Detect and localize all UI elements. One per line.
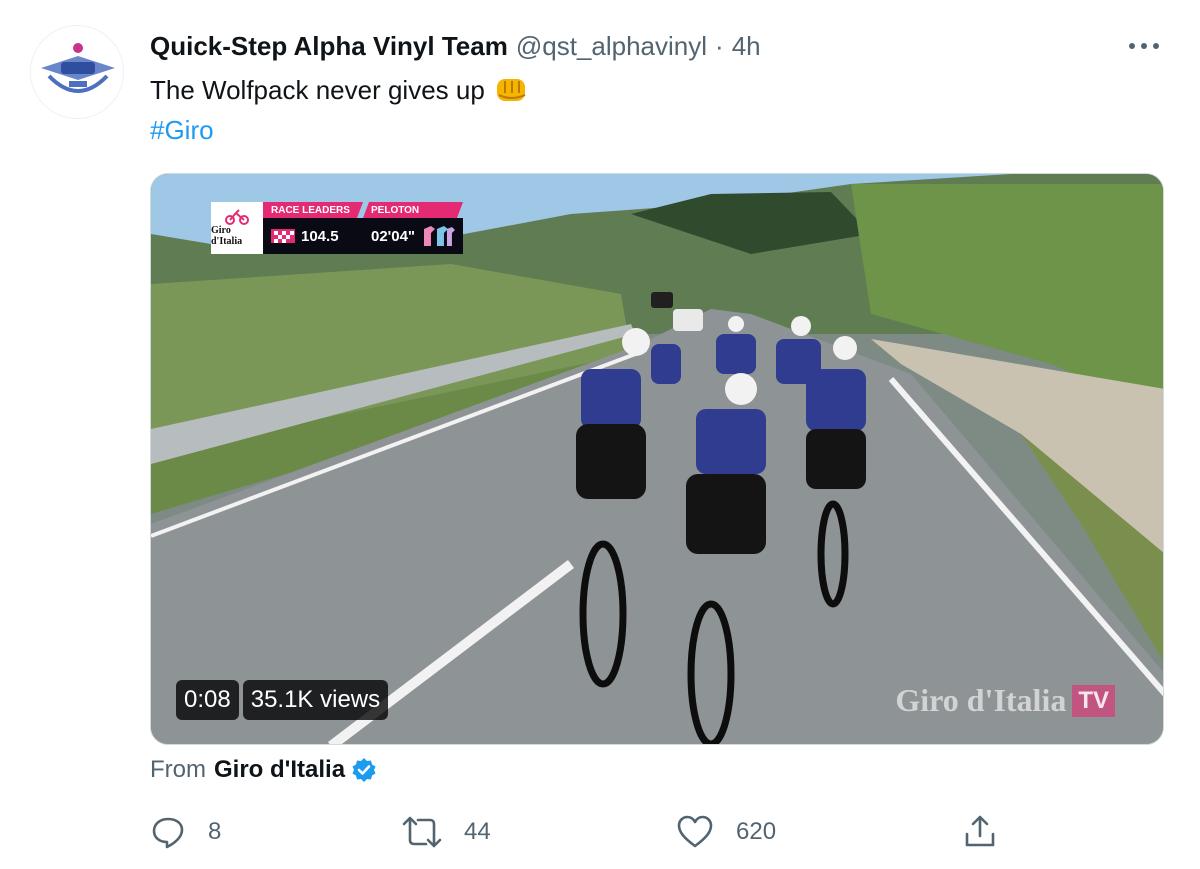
watermark-text: Giro d'Italia	[895, 682, 1067, 718]
reply-icon	[152, 817, 184, 849]
peloton-box: PELOTON 02'04"	[363, 202, 463, 254]
peloton-gap: 02'04"	[371, 227, 416, 245]
view-count: 35.1K views	[242, 680, 389, 720]
source-name-link[interactable]: Giro d'Italia	[214, 756, 345, 784]
like-button[interactable]: 620	[676, 810, 776, 854]
race-leaders-value: 104.5	[301, 227, 339, 245]
jersey-icon	[424, 226, 455, 246]
broadcast-watermark: Giro d'Italia TV	[895, 682, 1115, 719]
user-handle[interactable]: @qst_alphavinyl	[516, 31, 707, 62]
race-leaders-box: RACE LEADERS 104.5	[263, 202, 363, 254]
tweet-body: The Wolfpack never gives up	[150, 75, 485, 105]
video-badges: 0:08 35.1K views	[176, 680, 389, 720]
retweet-count: 44	[464, 818, 491, 845]
more-button[interactable]	[1124, 30, 1164, 62]
timestamp[interactable]: 4h	[732, 31, 761, 62]
video-player[interactable]: Giro d'Italia RACE LEADERS 104.5 PELOTON…	[150, 173, 1164, 745]
team-logo-icon	[32, 27, 123, 118]
more-icon	[1129, 43, 1159, 49]
fist-emoji-icon	[495, 75, 529, 105]
source-prefix: From	[150, 756, 206, 783]
tweet-header: Quick-Step Alpha Vinyl Team @qst_alphavi…	[150, 30, 1164, 62]
verified-badge-icon	[351, 757, 377, 783]
video-frame	[151, 174, 1163, 744]
action-bar: 8 44 620	[150, 810, 1010, 854]
hashtag-link[interactable]: #Giro	[150, 112, 214, 148]
separator-dot: ·	[715, 30, 724, 61]
avatar[interactable]	[30, 25, 124, 119]
cyclist-icon	[225, 209, 249, 225]
reply-count: 8	[208, 818, 222, 845]
watermark-tv: TV	[1072, 684, 1115, 717]
race-leaders-label: RACE LEADERS	[263, 202, 363, 218]
race-info-overlay: Giro d'Italia RACE LEADERS 104.5 PELOTON…	[211, 202, 463, 254]
share-button[interactable]	[962, 810, 998, 854]
like-count: 620	[736, 818, 777, 845]
reply-button[interactable]: 8	[150, 810, 221, 854]
giro-logo: Giro d'Italia	[211, 202, 263, 254]
retweet-button[interactable]: 44	[402, 810, 491, 854]
share-icon	[965, 815, 995, 847]
tweet-text: The Wolfpack never gives up	[150, 72, 529, 108]
checkered-flag-icon	[271, 229, 295, 243]
display-name[interactable]: Quick-Step Alpha Vinyl Team	[150, 31, 508, 62]
overlay-logo-text: Giro d'Italia	[211, 225, 243, 247]
heart-icon	[677, 815, 713, 848]
video-time: 0:08	[176, 680, 239, 720]
peloton-label: PELOTON	[363, 202, 463, 218]
retweet-icon	[402, 816, 442, 848]
source-attribution: From Giro d'Italia	[150, 754, 377, 786]
